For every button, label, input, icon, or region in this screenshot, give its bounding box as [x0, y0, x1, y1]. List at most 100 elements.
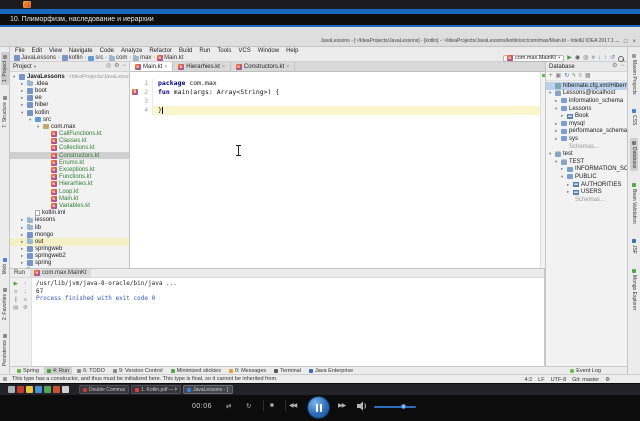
db-item-information-schema[interactable]: ▸INFORMATION_SCHEMA [546, 166, 627, 174]
tab-constructors-kt[interactable]: KConstructors.kt× [231, 62, 295, 71]
soft-wrap-button[interactable]: ≡ [24, 297, 27, 303]
minimize-button[interactable]: – [616, 39, 619, 45]
menu-tools[interactable]: Tools [217, 48, 231, 54]
db-item-sys[interactable]: ▸sys [546, 135, 627, 143]
db-item-users[interactable]: ▸USERS [546, 188, 627, 196]
taskbar-window-javalessons-i[interactable]: JavaLessons - [~/I... [183, 385, 233, 394]
code-line[interactable]: package com.max [153, 79, 540, 88]
project-item-kotlin[interactable]: ▾kotlin [10, 109, 129, 116]
settings-button[interactable]: ⚙ [612, 63, 617, 70]
taskbar-window-double-command[interactable]: Double Command... [79, 385, 129, 394]
db-item-authorities[interactable]: ▸AUTHORITIES [546, 181, 627, 189]
debug-button[interactable]: ◉ [575, 55, 580, 62]
project-item-loop-kt[interactable]: KLoop.kt [10, 188, 129, 195]
code-editor[interactable]: 1package com.max2Kfun main(args: Array<S… [130, 72, 540, 268]
db-item-test[interactable]: ▾TEST [546, 158, 627, 166]
project-item-functions-kt[interactable]: KFunctions.kt [10, 174, 129, 181]
close-icon[interactable]: × [222, 64, 225, 70]
app-icon-5[interactable] [44, 386, 51, 393]
locate-button[interactable]: ◎ [106, 63, 111, 70]
up-stack-button[interactable]: ↑ [24, 281, 27, 287]
project-item-ee[interactable]: ▸ee [10, 95, 129, 102]
breadcrumb-src[interactable]: src [88, 55, 103, 61]
toolwindow-tab-7-structure[interactable]: 7: Structure [1, 93, 9, 131]
toolwindow-tab-1-project[interactable]: 1: Project [1, 52, 9, 85]
menu-refactor[interactable]: Refactor [149, 48, 172, 54]
menu-navigate[interactable]: Navigate [69, 48, 93, 54]
menu-window[interactable]: Window [258, 48, 279, 54]
menu-build[interactable]: Build [179, 48, 192, 54]
inspections-profile-icon[interactable] [3, 377, 7, 381]
taskbar-window-1-kotlin-pdf-kotl[interactable]: 1. Kotlin.pdf — Kotl... [131, 385, 181, 394]
refresh-button[interactable]: ↻ [564, 73, 569, 80]
db-item-schemas[interactable]: Schemas... [546, 196, 627, 204]
db-item-book[interactable]: ▸Book [546, 112, 627, 120]
connect-button[interactable]: ϟ [572, 73, 575, 80]
code-line[interactable]: fun main(args: Array<String>) { [153, 88, 540, 97]
search-everywhere-button[interactable] [618, 55, 625, 62]
toolwindow-tab-mongo-explorer[interactable]: Mongo Explorer [630, 266, 638, 313]
console-settings-button[interactable]: ⚙ [23, 305, 28, 311]
rerun-button[interactable]: ▶ [14, 281, 18, 287]
stop-button[interactable]: ■ [14, 289, 17, 295]
db-item-public[interactable]: ▾PUBLIC [546, 173, 627, 181]
project-item-com-max[interactable]: ▾com.max [10, 123, 129, 130]
db-item-information-schema[interactable]: ▸information_schema [546, 97, 627, 105]
run-button[interactable]: ▶ [567, 55, 572, 62]
close-icon[interactable]: × [286, 64, 289, 70]
status-utf-8[interactable]: UTF-8 [551, 377, 567, 383]
hide-button[interactable]: − [122, 63, 126, 70]
breadcrumb-main-kt[interactable]: KMain.kt [157, 55, 183, 61]
status-4-2[interactable]: 4:2 [524, 377, 532, 383]
down-stack-button[interactable]: ↓ [24, 289, 27, 295]
db-item-test[interactable]: ▾test [546, 150, 627, 158]
project-item-idea[interactable]: ▸.idea [10, 80, 129, 87]
app-icon-6[interactable] [53, 386, 60, 393]
add-datasource-button[interactable]: + [549, 73, 553, 80]
view-options-button[interactable]: ≡ [578, 73, 582, 80]
app-icon-2[interactable] [17, 386, 24, 393]
project-item-spring[interactable]: ▸spring [10, 260, 129, 267]
project-item-callfunctions-kt[interactable]: KCallFunctions.kt [10, 131, 129, 138]
project-item-classes-kt[interactable]: KClasses.kt [10, 138, 129, 145]
pause-output-button[interactable]: ∥ [14, 297, 17, 303]
project-item-exceptions-kt[interactable]: KExceptions.kt [10, 166, 129, 173]
status-lf[interactable]: LF [538, 377, 544, 383]
project-item-lib[interactable]: ▸lib [10, 224, 129, 231]
menu-code[interactable]: Code [100, 48, 114, 54]
project-item-boot[interactable]: ▸boot [10, 87, 129, 94]
status-git-master[interactable]: Git: master [572, 377, 599, 383]
project-panel-title[interactable]: Project [13, 64, 32, 70]
rewind-button[interactable]: ◀◀ [289, 402, 296, 409]
db-item-hibernate-cfg-xml-hibernate[interactable]: hibernate.cfg.xml/Hibernate [546, 82, 627, 90]
db-item-mysql[interactable]: ▸mysql [546, 120, 627, 128]
db-item-lessons-localhost[interactable]: ▾Lessons@localhost [546, 90, 627, 98]
breadcrumb-kotlin[interactable]: kotlin [62, 55, 83, 61]
vcs-commit-button[interactable]: ↑ [604, 55, 607, 62]
vcs-update-button[interactable]: ↓ [598, 55, 601, 62]
table-view-button[interactable]: ▦ [585, 73, 591, 80]
project-item-collections-kt[interactable]: KCollections.kt [10, 145, 129, 152]
project-item-main-kt[interactable]: KMain.kt [10, 195, 129, 202]
db-item-lessons[interactable]: ▾Lessons [546, 105, 627, 113]
breadcrumb-com[interactable]: com [109, 55, 127, 61]
volume-slider-handle[interactable] [401, 404, 406, 409]
project-item-variables-kt[interactable]: KVariables.kt [10, 202, 129, 209]
project-item-out[interactable]: ▸out [10, 238, 129, 245]
menu-analyze[interactable]: Analyze [121, 48, 142, 54]
db-item-schemas[interactable]: Schemas... [546, 143, 627, 151]
play-pause-button[interactable] [307, 396, 330, 419]
menu-view[interactable]: View [49, 48, 62, 54]
project-item-lessons[interactable]: ▸lessons [10, 217, 129, 224]
project-item-hierarhies-kt[interactable]: KHierarhies.kt [10, 181, 129, 188]
toolwindow-tab-2-favorites[interactable]: 2: Favorites [1, 285, 9, 323]
run-console-output[interactable]: /usr/lib/jvm/java-8-oracle/bin/java ...6… [32, 278, 544, 366]
close-button[interactable]: × [632, 39, 636, 45]
volume-icon[interactable] [357, 401, 368, 411]
breadcrumb-javalessons[interactable]: JavaLessons [14, 55, 56, 61]
project-item-hiber[interactable]: ▸hiber [10, 102, 129, 109]
project-item-javalessons[interactable]: ▾JavaLessons ~/IdeaProjects/JavaLessons [10, 73, 129, 80]
event-log-button[interactable]: Event Log [570, 368, 601, 374]
db-item-performance-schema[interactable]: ▸performance_schema [546, 128, 627, 136]
scroll-to-end-button[interactable]: ▤ [13, 305, 18, 311]
